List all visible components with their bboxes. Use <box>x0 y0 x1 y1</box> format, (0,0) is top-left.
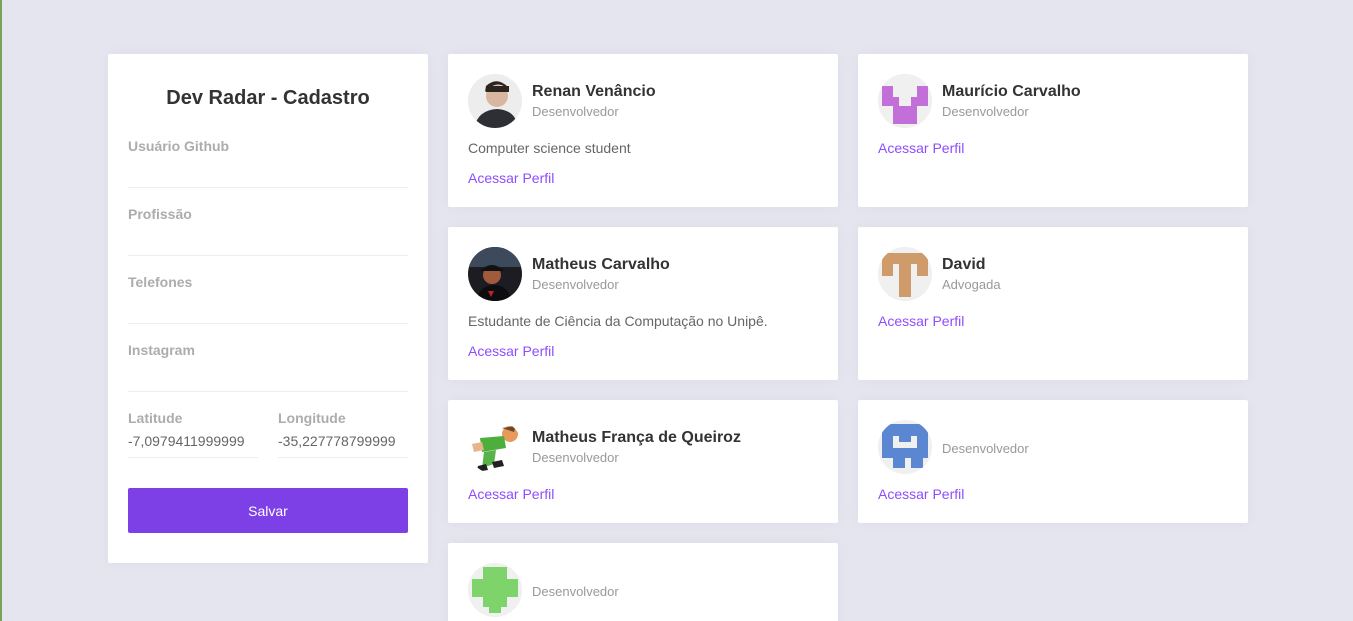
dev-user-info: David Advogada <box>942 255 1001 293</box>
dev-avatar <box>878 74 932 128</box>
dev-avatar <box>878 247 932 301</box>
latitude-label: Latitude <box>128 410 183 426</box>
dev-avatar <box>468 74 522 128</box>
access-profile-link[interactable]: Acessar Perfil <box>878 313 964 330</box>
dev-techs: Desenvolvedor <box>942 440 1029 456</box>
access-profile-link[interactable]: Acessar Perfil <box>468 486 554 503</box>
dev-bio: Computer science student <box>468 140 631 156</box>
dev-techs: Desenvolvedor <box>532 104 619 119</box>
dev-avatar <box>468 420 522 474</box>
dev-avatar <box>878 420 932 474</box>
github-username-input[interactable] <box>128 154 408 182</box>
phones-label: Telefones <box>128 274 193 290</box>
register-form-card: Dev Radar - Cadastro Usuário Github Prof… <box>108 54 428 563</box>
github-username-label: Usuário Github <box>128 138 230 154</box>
github-username-field: Usuário Github <box>128 138 408 188</box>
instagram-field: Instagram <box>128 342 408 392</box>
longitude-input[interactable] <box>278 426 408 456</box>
dev-name: Matheus Carvalho <box>532 256 670 273</box>
profession-input[interactable] <box>128 222 408 250</box>
dev-techs: Desenvolvedor <box>532 450 619 465</box>
dev-card: Renan Venâncio Desenvolvedor Computer sc… <box>448 54 838 207</box>
dev-card: David Advogada Acessar Perfil <box>858 227 1248 380</box>
access-profile-link[interactable]: Acessar Perfil <box>878 486 964 503</box>
dev-card: Desenvolvedor <box>448 543 838 621</box>
longitude-label: Longitude <box>278 410 346 426</box>
dev-card: Desenvolvedor Acessar Perfil <box>858 400 1248 523</box>
phones-input[interactable] <box>128 290 408 318</box>
access-profile-link[interactable]: Acessar Perfil <box>468 170 554 187</box>
dev-user-info: Matheus França de Queiroz Desenvolvedor <box>532 428 741 466</box>
latitude-input[interactable] <box>128 426 258 456</box>
profession-field: Profissão <box>128 206 408 256</box>
dev-card-header: Matheus França de Queiroz Desenvolvedor <box>468 420 818 474</box>
dev-user-info: Matheus Carvalho Desenvolvedor <box>532 255 670 293</box>
dev-name: David <box>942 256 986 273</box>
dev-card-header: Renan Venâncio Desenvolvedor <box>468 74 818 128</box>
dev-card: Matheus Carvalho Desenvolvedor Estudante… <box>448 227 838 380</box>
instagram-label: Instagram <box>128 342 195 358</box>
dev-card-header: Matheus Carvalho Desenvolvedor <box>468 247 818 301</box>
dev-techs: Desenvolvedor <box>532 583 619 599</box>
dev-bio: Estudante de Ciência da Computação no Un… <box>468 313 768 329</box>
dev-card-header: David Advogada <box>878 247 1228 301</box>
dev-user-info: Desenvolvedor <box>942 438 1029 457</box>
access-profile-link[interactable]: Acessar Perfil <box>878 140 964 157</box>
dev-card-header: Desenvolvedor <box>468 563 818 617</box>
latitude-field: Latitude <box>128 410 258 458</box>
access-profile-link[interactable]: Acessar Perfil <box>468 343 554 360</box>
dev-card: Maurício Carvalho Desenvolvedor Acessar … <box>858 54 1248 207</box>
dev-techs: Desenvolvedor <box>532 277 619 292</box>
profession-label: Profissão <box>128 206 192 222</box>
form-title: Dev Radar - Cadastro <box>166 87 370 109</box>
dev-name: Renan Venâncio <box>532 83 656 100</box>
instagram-input[interactable] <box>128 358 408 386</box>
dev-avatar <box>468 247 522 301</box>
phones-field: Telefones <box>128 274 408 324</box>
dev-techs: Desenvolvedor <box>942 104 1029 119</box>
dev-name: Matheus França de Queiroz <box>532 429 741 446</box>
dev-card-header: Desenvolvedor <box>878 420 1228 474</box>
dev-card-header: Maurício Carvalho Desenvolvedor <box>878 74 1228 128</box>
dev-name: Maurício Carvalho <box>942 83 1081 100</box>
save-button[interactable]: Salvar <box>128 488 408 533</box>
dev-user-info: Desenvolvedor <box>532 581 619 600</box>
dev-user-info: Maurício Carvalho Desenvolvedor <box>942 82 1081 120</box>
dev-techs: Advogada <box>942 277 1001 292</box>
longitude-field: Longitude <box>278 410 408 458</box>
dev-card: Matheus França de Queiroz Desenvolvedor … <box>448 400 838 523</box>
dev-avatar <box>468 563 522 617</box>
dev-user-info: Renan Venâncio Desenvolvedor <box>532 82 656 120</box>
